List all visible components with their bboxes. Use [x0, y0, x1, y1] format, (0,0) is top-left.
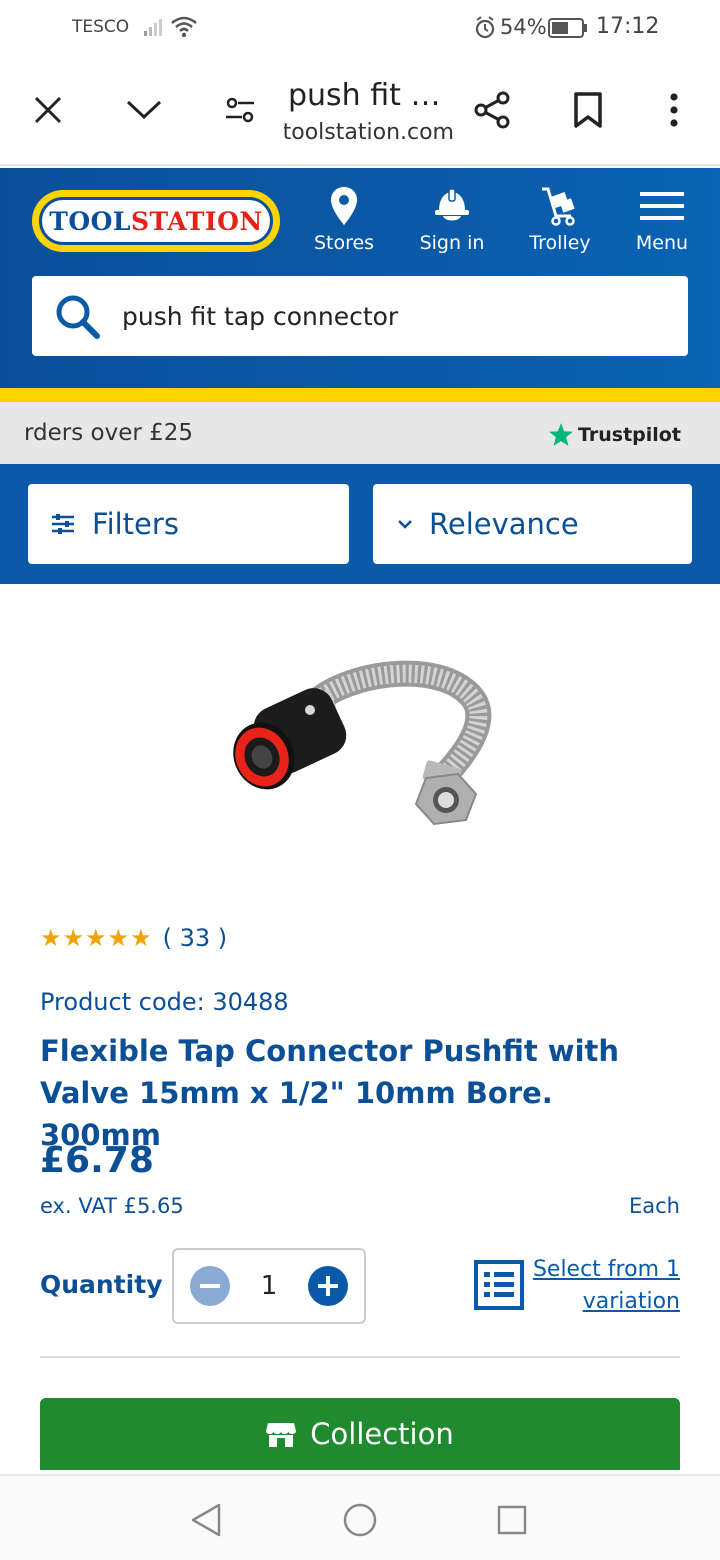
collection-button[interactable]: Collection — [40, 1398, 680, 1470]
hamburger-icon — [612, 184, 712, 228]
plus-icon — [317, 1276, 338, 1296]
variation-link-line2: variation — [582, 1289, 680, 1314]
brand-yellow-strip — [0, 388, 720, 402]
quantity-increase-button[interactable] — [307, 1266, 348, 1306]
status-bar: TESCO 54% 17:12 — [0, 0, 720, 56]
alarm-icon — [474, 16, 496, 44]
logo-text-station: STATION — [131, 206, 263, 236]
battery-icon — [548, 18, 588, 42]
product-rating[interactable]: ★★★★★ ( 33 ) — [40, 924, 227, 952]
variation-link-line1: Select from 1 — [532, 1257, 680, 1282]
filters-label: Filters — [92, 507, 179, 541]
search-value: push fit tap connector — [122, 301, 399, 331]
wifi-icon — [170, 15, 198, 43]
product-image[interactable] — [226, 660, 496, 840]
clock: 17:12 — [596, 14, 660, 39]
page-title[interactable]: push fit t... — [288, 78, 448, 113]
toolstation-logo[interactable]: TOOL STATION — [32, 190, 280, 252]
quantity-stepper: 1 — [172, 1248, 366, 1324]
nav-menu-label: Menu — [635, 232, 689, 254]
location-pin-icon — [294, 184, 394, 228]
chevron-down-icon — [398, 520, 412, 529]
page-url[interactable]: toolstation.com — [284, 120, 454, 145]
list-icon[interactable] — [474, 1260, 524, 1310]
product-name[interactable]: Flexible Tap Connector Pushfit with Valv… — [40, 1030, 680, 1156]
select-variation-link[interactable]: Select from 1 variation — [520, 1254, 680, 1318]
nav-sign-in-label: Sign in — [419, 232, 485, 254]
tune-icon[interactable] — [220, 90, 260, 130]
store-icon — [266, 1423, 297, 1447]
logo-inner: TOOL STATION — [39, 197, 273, 245]
more-icon[interactable] — [654, 88, 694, 132]
star-rating-icon: ★★★★★ — [40, 924, 153, 952]
site-header: TOOL STATION Stores Sign in Trolley Menu … — [0, 168, 720, 390]
nav-trolley-label: Trolley — [529, 232, 591, 254]
product-code: Product code: 30488 — [40, 988, 289, 1016]
nav-stores-label: Stores — [313, 232, 375, 254]
divider — [40, 1356, 680, 1358]
trustpilot-star-icon — [549, 423, 573, 446]
nav-trolley[interactable]: Trolley — [510, 184, 610, 254]
quantity-label: Quantity — [40, 1270, 163, 1299]
trustpilot-label: Trustpilot — [578, 424, 681, 446]
filter-sliders-icon — [52, 514, 74, 534]
battery-percent: 54% — [500, 15, 547, 39]
collection-label: Collection — [310, 1417, 454, 1451]
bookmark-icon[interactable] — [566, 88, 610, 132]
signal-icon — [142, 16, 166, 42]
product-price: £6.78 — [40, 1140, 154, 1181]
home-icon[interactable] — [340, 1500, 380, 1540]
promo-bar: rders over £25 Trustpilot — [0, 402, 720, 464]
nav-menu[interactable]: Menu — [612, 184, 712, 254]
filters-button[interactable]: Filters — [28, 484, 349, 564]
search-input[interactable]: push fit tap connector — [32, 276, 688, 356]
trustpilot-badge[interactable]: Trustpilot — [548, 422, 681, 448]
quantity-decrease-button[interactable] — [190, 1266, 230, 1306]
carrier-label: TESCO — [72, 17, 130, 37]
back-icon[interactable] — [186, 1500, 226, 1540]
recents-icon[interactable] — [492, 1500, 532, 1540]
review-count[interactable]: ( 33 ) — [163, 924, 228, 952]
quantity-value[interactable]: 1 — [261, 1271, 278, 1301]
sort-dropdown[interactable]: Relevance — [373, 484, 692, 564]
sort-label: Relevance — [429, 507, 579, 541]
minus-icon — [200, 1284, 220, 1288]
trolley-icon — [510, 184, 610, 228]
nav-sign-in[interactable]: Sign in — [402, 184, 502, 254]
hard-hat-icon — [402, 184, 502, 228]
search-icon[interactable] — [32, 292, 122, 340]
price-unit: Each — [629, 1194, 680, 1218]
share-icon[interactable] — [470, 88, 514, 132]
android-navigation-bar — [0, 1474, 720, 1560]
close-icon[interactable] — [28, 90, 68, 130]
chevron-down-icon[interactable] — [124, 90, 164, 130]
browser-toolbar: push fit t... toolstation.com — [0, 56, 720, 166]
nav-stores[interactable]: Stores — [294, 184, 394, 254]
price-ex-vat: ex. VAT £5.65 — [40, 1194, 184, 1218]
logo-text-tool: TOOL — [49, 206, 131, 236]
promo-text: rders over £25 — [24, 420, 194, 446]
filter-bar: Filters Relevance — [0, 464, 720, 584]
